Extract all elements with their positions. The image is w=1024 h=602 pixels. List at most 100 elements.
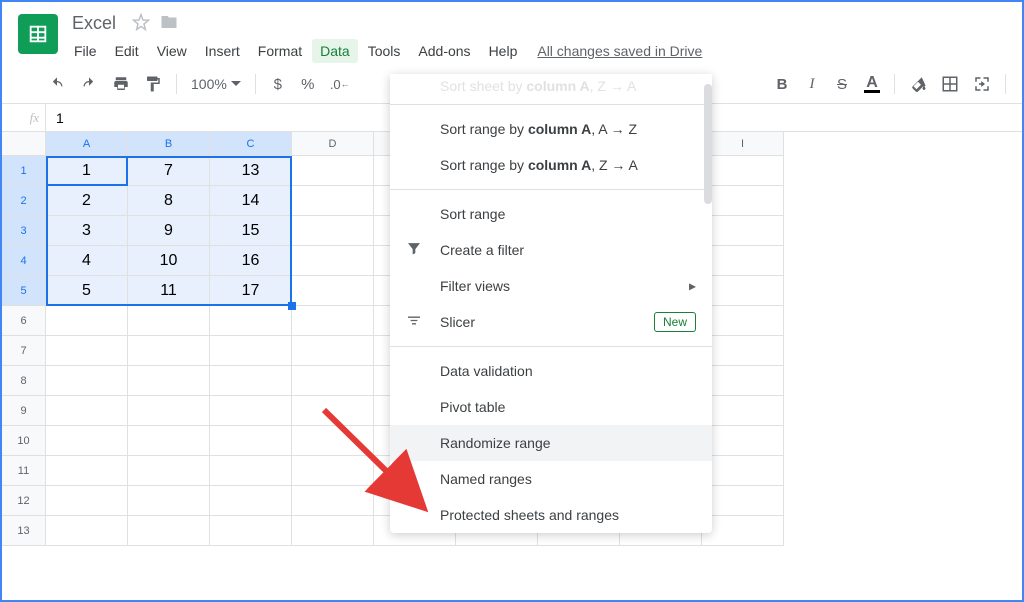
decimal-button[interactable]: .0← [324, 70, 356, 98]
cell[interactable]: 5 [46, 276, 128, 306]
currency-button[interactable]: $ [264, 70, 292, 98]
menu-help[interactable]: Help [481, 39, 526, 63]
cell[interactable] [46, 516, 128, 546]
cell[interactable] [292, 276, 374, 306]
menu-pivot-table[interactable]: Pivot table [390, 389, 712, 425]
row-header-8[interactable]: 8 [2, 366, 46, 396]
cell[interactable] [210, 426, 292, 456]
cell[interactable]: 14 [210, 186, 292, 216]
cell[interactable] [702, 306, 784, 336]
cell[interactable] [702, 366, 784, 396]
merge-icon[interactable] [967, 70, 997, 98]
cell[interactable] [292, 216, 374, 246]
cell[interactable] [210, 306, 292, 336]
cell[interactable] [46, 426, 128, 456]
select-all-corner[interactable] [2, 132, 46, 156]
cell[interactable] [128, 426, 210, 456]
row-header-11[interactable]: 11 [2, 456, 46, 486]
cell[interactable] [702, 186, 784, 216]
cell[interactable] [702, 486, 784, 516]
cell[interactable] [128, 516, 210, 546]
row-header-4[interactable]: 4 [2, 246, 46, 276]
menu-create-filter[interactable]: Create a filter [390, 232, 712, 268]
cell[interactable]: 11 [128, 276, 210, 306]
cell[interactable] [292, 186, 374, 216]
cell[interactable]: 7 [128, 156, 210, 186]
cell[interactable] [702, 516, 784, 546]
cell[interactable] [292, 486, 374, 516]
fill-handle[interactable] [288, 302, 296, 310]
cell[interactable] [702, 456, 784, 486]
cell[interactable] [128, 396, 210, 426]
menu-protected-ranges[interactable]: Protected sheets and ranges [390, 497, 712, 525]
cell[interactable] [46, 456, 128, 486]
row-header-13[interactable]: 13 [2, 516, 46, 546]
text-color-button[interactable]: A [858, 70, 886, 98]
save-status[interactable]: All changes saved in Drive [527, 39, 712, 63]
menu-file[interactable]: File [66, 39, 105, 63]
menu-format[interactable]: Format [250, 39, 310, 63]
menu-named-ranges[interactable]: Named ranges [390, 461, 712, 497]
menu-data-validation[interactable]: Data validation [390, 353, 712, 389]
col-header-C[interactable]: C [210, 132, 292, 156]
menu-sort-range-az[interactable]: Sort range by column A, A → Z [390, 111, 712, 147]
cell[interactable] [210, 486, 292, 516]
cell[interactable] [46, 396, 128, 426]
cell[interactable] [292, 366, 374, 396]
col-header-B[interactable]: B [128, 132, 210, 156]
cell[interactable] [46, 306, 128, 336]
cell[interactable]: 15 [210, 216, 292, 246]
col-header-D[interactable]: D [292, 132, 374, 156]
move-icon[interactable] [160, 13, 178, 34]
menu-randomize-range[interactable]: Randomize range [390, 425, 712, 461]
cell[interactable] [292, 336, 374, 366]
formula-input[interactable]: 1 [46, 110, 74, 126]
row-header-3[interactable]: 3 [2, 216, 46, 246]
cell[interactable]: 17 [210, 276, 292, 306]
cell[interactable]: 3 [46, 216, 128, 246]
menu-insert[interactable]: Insert [197, 39, 248, 63]
cell[interactable] [702, 336, 784, 366]
menu-sort-sheet-za[interactable]: Sort sheet by column A, Z → A [390, 78, 712, 98]
fill-color-icon[interactable] [903, 70, 933, 98]
cell[interactable] [46, 336, 128, 366]
row-header-2[interactable]: 2 [2, 186, 46, 216]
menu-view[interactable]: View [149, 39, 195, 63]
cell[interactable]: 13 [210, 156, 292, 186]
strikethrough-button[interactable]: S [828, 70, 856, 98]
cell[interactable] [128, 366, 210, 396]
row-header-12[interactable]: 12 [2, 486, 46, 516]
cell[interactable] [702, 246, 784, 276]
cell[interactable] [128, 306, 210, 336]
cell[interactable] [702, 156, 784, 186]
print-icon[interactable] [106, 70, 136, 98]
menu-addons[interactable]: Add-ons [410, 39, 478, 63]
cell[interactable] [702, 276, 784, 306]
cell[interactable] [210, 396, 292, 426]
star-icon[interactable] [132, 13, 150, 34]
percent-button[interactable]: % [294, 70, 322, 98]
cell[interactable]: 4 [46, 246, 128, 276]
cell[interactable] [128, 456, 210, 486]
cell[interactable] [210, 366, 292, 396]
cell[interactable] [702, 216, 784, 246]
paint-format-icon[interactable] [138, 70, 168, 98]
cell[interactable] [292, 456, 374, 486]
menu-filter-views[interactable]: Filter views ▸ [390, 268, 712, 304]
menu-slicer[interactable]: Slicer New [390, 304, 712, 340]
menu-sort-range[interactable]: Sort range [390, 196, 712, 232]
zoom-select[interactable]: 100% [185, 76, 247, 92]
cell[interactable] [128, 486, 210, 516]
document-title[interactable]: Excel [66, 12, 122, 35]
undo-icon[interactable] [42, 70, 72, 98]
cell[interactable] [292, 246, 374, 276]
row-header-5[interactable]: 5 [2, 276, 46, 306]
cell[interactable] [702, 426, 784, 456]
menu-edit[interactable]: Edit [107, 39, 147, 63]
cell[interactable] [46, 486, 128, 516]
cell[interactable] [702, 396, 784, 426]
cell[interactable]: 10 [128, 246, 210, 276]
menu-tools[interactable]: Tools [360, 39, 409, 63]
sheets-logo-icon[interactable] [18, 14, 58, 54]
cell[interactable] [292, 426, 374, 456]
